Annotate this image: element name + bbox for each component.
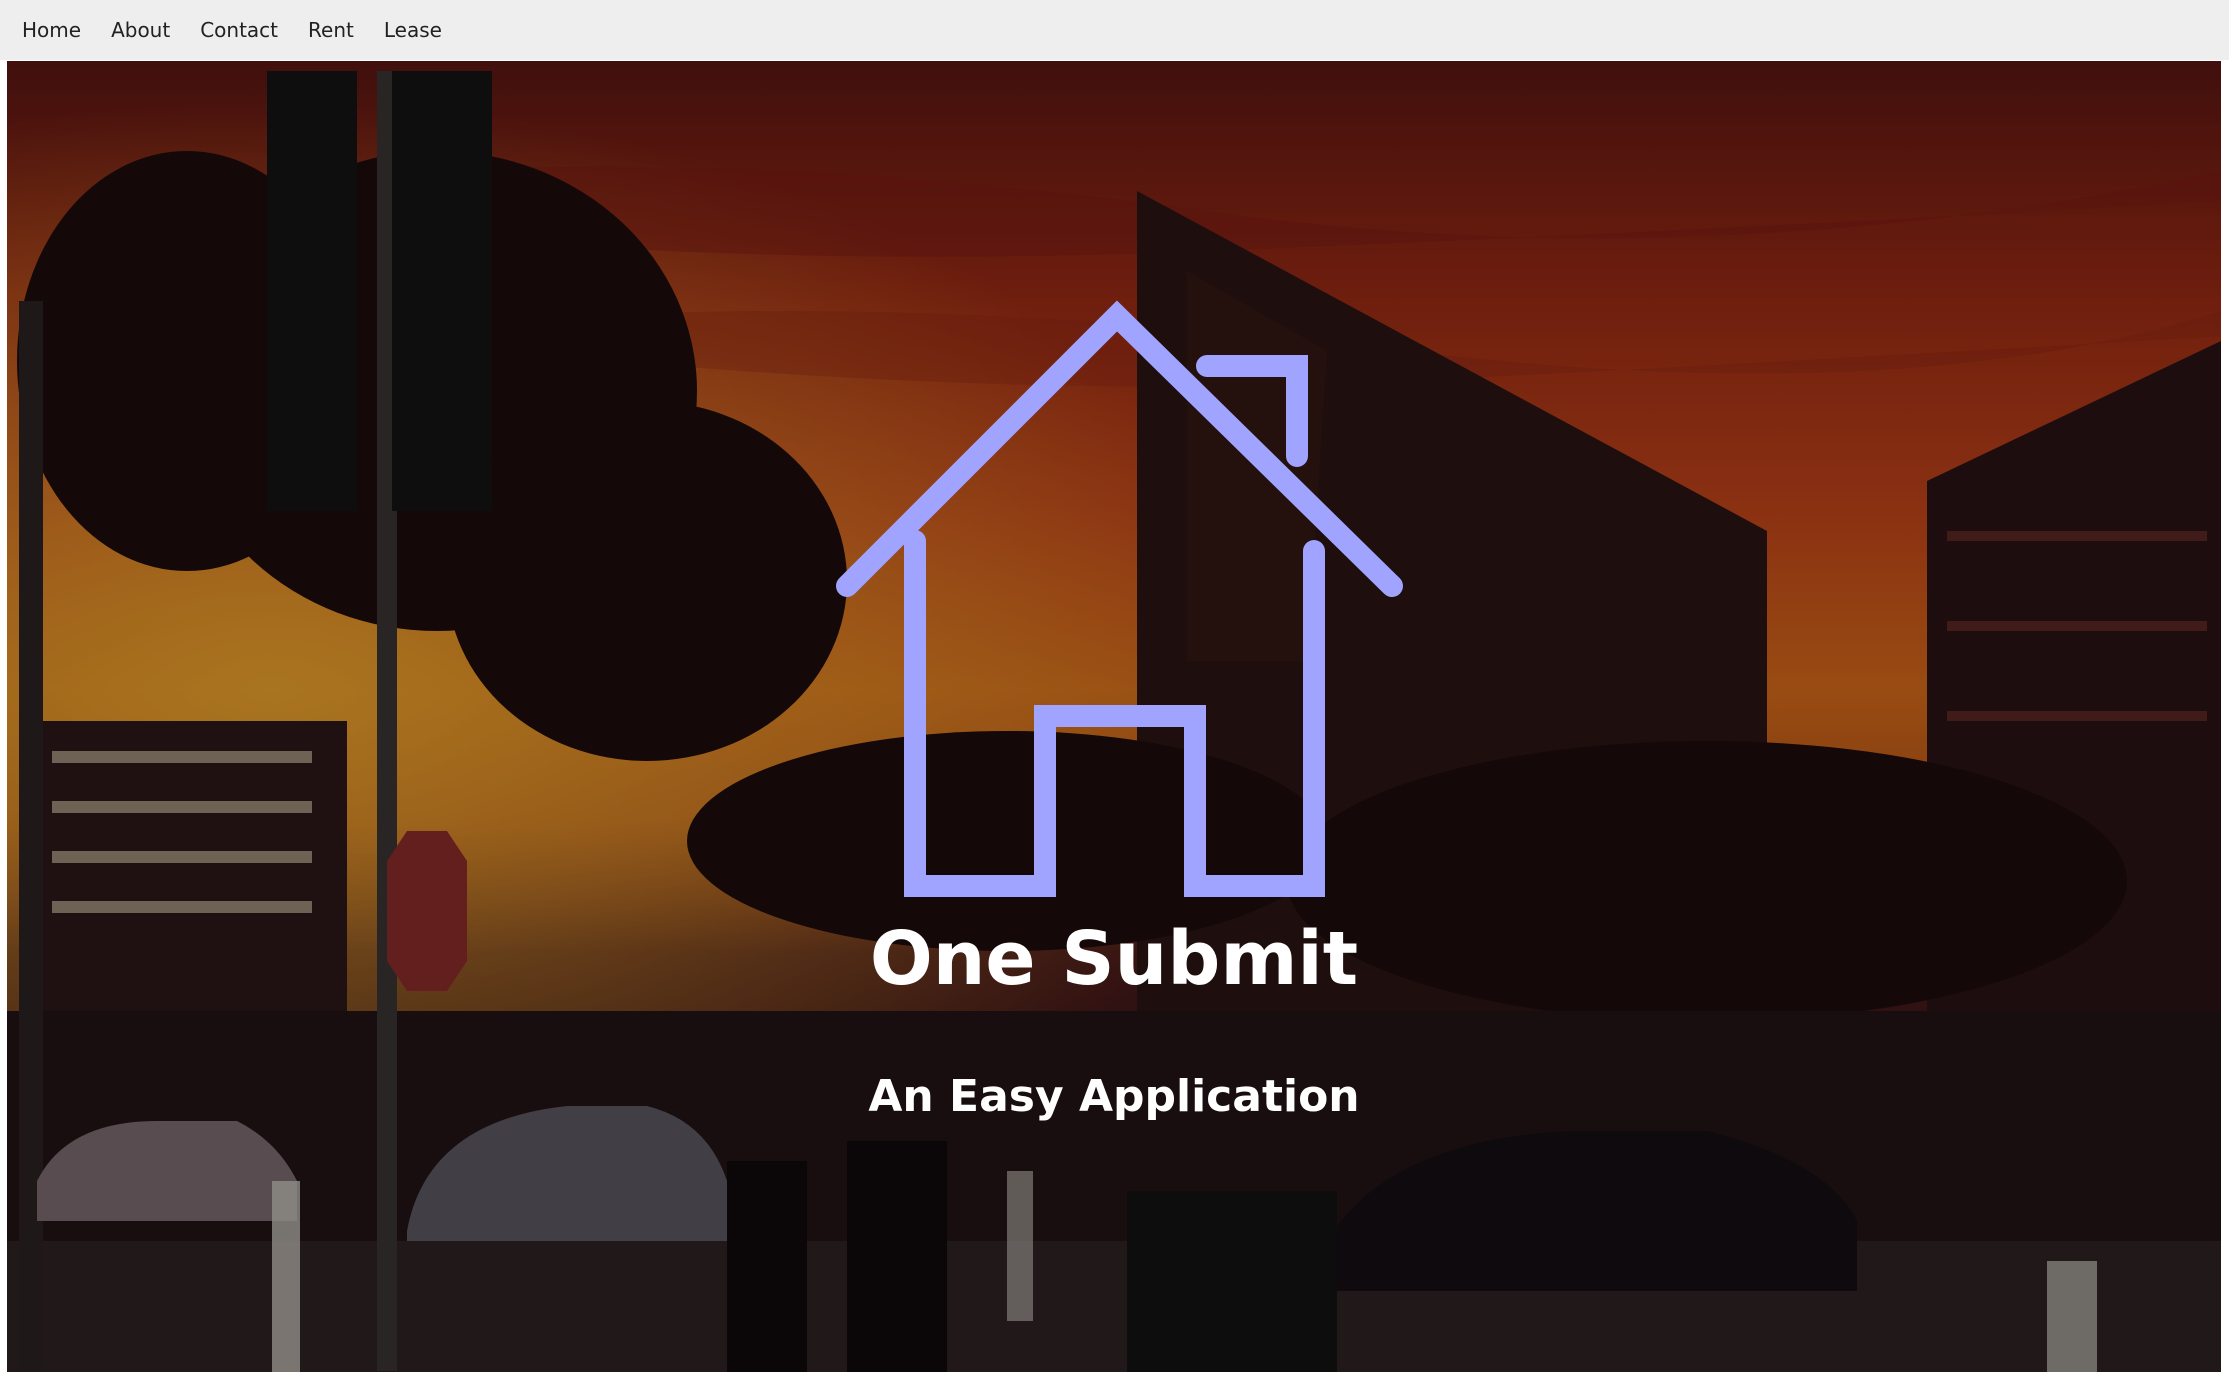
- hero-title: One Submit: [869, 916, 1359, 1002]
- nav-link-lease[interactable]: Lease: [384, 18, 442, 42]
- nav-link-about[interactable]: About: [111, 18, 170, 42]
- hero-subtitle: An Easy Application: [868, 1071, 1360, 1122]
- nav-link-rent[interactable]: Rent: [308, 18, 354, 42]
- hero-section: One Submit An Easy Application: [7, 61, 2221, 1372]
- nav-link-home[interactable]: Home: [22, 18, 81, 42]
- nav-link-contact[interactable]: Contact: [200, 18, 278, 42]
- top-navbar: Home About Contact Rent Lease: [0, 0, 2229, 60]
- house-icon: [836, 300, 1403, 897]
